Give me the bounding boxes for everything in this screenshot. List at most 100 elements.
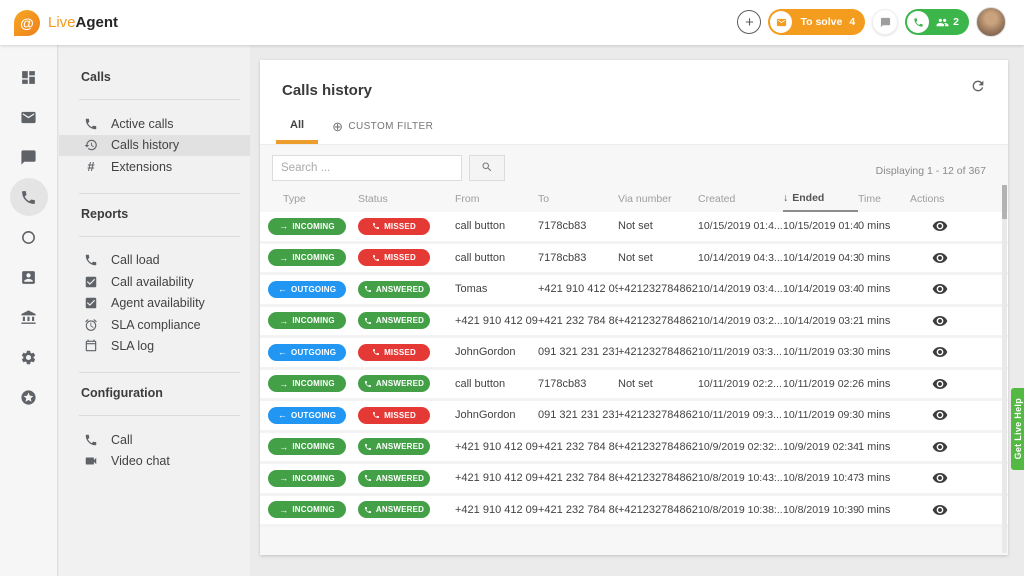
cell-to: +421 232 784 862 <box>538 314 618 327</box>
add-button[interactable]: + <box>737 10 762 34</box>
cell-time: 0 mins <box>858 283 891 296</box>
column-header-type[interactable]: Type <box>268 185 358 212</box>
tab-custom-filter[interactable]: ⊕ CUSTOM FILTER <box>318 120 447 144</box>
cell-from: call button <box>455 251 506 264</box>
nav-item-extensions[interactable]: # Extensions <box>59 156 250 178</box>
rail-item-phone[interactable] <box>9 178 48 216</box>
cell-time: 0 mins <box>858 503 891 516</box>
arrow-right-icon: → <box>279 315 289 326</box>
rail-item-contacts[interactable] <box>10 258 48 296</box>
cell-time: 0 mins <box>858 251 891 264</box>
nav-item-call[interactable]: Call <box>59 429 250 451</box>
cell-to: 091 321 231 231 <box>538 409 618 422</box>
view-call-button[interactable] <box>932 218 948 234</box>
search-input[interactable] <box>272 155 462 181</box>
tab-custom-filter-label: CUSTOM FILTER <box>348 121 434 132</box>
column-header-from[interactable]: From <box>455 185 538 212</box>
eye-icon <box>932 250 948 266</box>
scrollbar-thumb[interactable] <box>1002 185 1007 219</box>
view-call-button[interactable] <box>932 250 948 266</box>
view-call-button[interactable] <box>932 407 948 423</box>
video-camera-icon <box>84 454 98 468</box>
view-call-button[interactable] <box>932 281 948 297</box>
type-badge-outgoing: ← OUTGOING <box>268 343 346 361</box>
column-header-actions[interactable]: Actions <box>910 185 970 212</box>
nav-item-label: Agent availability <box>111 296 205 311</box>
column-header-created[interactable]: Created <box>698 185 783 212</box>
cell-to: 7178cb83 <box>538 251 587 264</box>
liveagent-logo[interactable]: @ LiveAgent <box>0 9 118 36</box>
rail-item-settings-gear[interactable] <box>10 338 48 376</box>
table-scrollbar[interactable] <box>1002 185 1007 553</box>
column-header-via-number[interactable]: Via number <box>618 185 698 212</box>
cell-via-number: +421232784862 <box>618 503 698 516</box>
rail-item-dashboard[interactable] <box>10 58 48 96</box>
status-badge-answered: ANSWERED <box>358 375 430 393</box>
nav-item-label: SLA compliance <box>111 317 201 332</box>
cell-ended: 10/11/2019 03:3... <box>783 346 858 359</box>
brand-text: LiveAgent <box>48 14 118 32</box>
cell-to: 7178cb83 <box>538 377 587 390</box>
cell-from: Tomas <box>455 283 488 296</box>
type-badge-incoming: → INCOMING <box>268 438 346 456</box>
view-call-button[interactable] <box>932 439 948 455</box>
refresh-button[interactable] <box>970 78 986 97</box>
nav-item-calls-history[interactable]: Calls history <box>59 134 250 156</box>
phone-icon <box>84 253 98 267</box>
column-header-status[interactable]: Status <box>358 185 455 212</box>
arrow-right-icon: → <box>279 504 289 515</box>
chat-toggle-button[interactable] <box>872 9 899 35</box>
view-call-button[interactable] <box>932 502 948 518</box>
nav-item-call-availability[interactable]: Call availability <box>59 271 250 293</box>
cell-ended: 10/8/2019 10:39:... <box>783 503 858 516</box>
cell-created: 10/11/2019 03:3... <box>698 346 782 359</box>
status-badge-answered: ANSWERED <box>358 501 430 519</box>
page-title: Calls history <box>282 82 373 99</box>
rail-item-addons-badge[interactable] <box>10 378 48 416</box>
view-call-button[interactable] <box>932 313 948 329</box>
user-avatar[interactable] <box>976 7 1006 37</box>
rail-item-mail[interactable] <box>10 98 48 136</box>
nav-item-video-chat[interactable]: Video chat <box>59 451 250 473</box>
cell-to: +421 232 784 862 <box>538 472 618 485</box>
column-header-time[interactable]: Time <box>858 185 910 212</box>
cell-ended: 10/9/2019 02:34:... <box>783 440 858 453</box>
main-card: Calls history All ⊕ CUSTOM FILTER Displa… <box>260 60 1008 555</box>
nav-item-sla-compliance[interactable]: SLA compliance <box>59 314 250 336</box>
search-button[interactable] <box>469 155 506 181</box>
nav-item-agent-availability[interactable]: Agent availability <box>59 293 250 315</box>
phone-icon <box>364 285 372 293</box>
table-row: → INCOMING ANSWERED +421 910 412 090 +421 23… <box>260 464 1008 496</box>
cell-created: 10/14/2019 04:3... <box>698 251 783 264</box>
phone-icon <box>84 117 98 131</box>
refresh-icon <box>970 78 986 94</box>
cell-to: +421 232 784 862 <box>538 503 618 516</box>
cell-from: +421 910 412 090 <box>455 503 538 516</box>
rail-item-chat-bubble[interactable] <box>10 138 48 176</box>
view-call-button[interactable] <box>932 470 948 486</box>
status-badge-missed: MISSED <box>358 249 430 267</box>
phone-icon <box>364 317 372 325</box>
nav-item-sla-log[interactable]: SLA log <box>59 336 250 358</box>
column-header-ended[interactable]: ↓ Ended <box>783 185 858 212</box>
cell-to: +421 910 412 090 <box>538 283 618 296</box>
divider <box>79 99 240 100</box>
calls-widget-button[interactable]: 2 <box>905 9 969 35</box>
to-solve-button[interactable]: To solve 4 <box>768 9 866 35</box>
get-live-help-button[interactable]: Get Live Help <box>1011 388 1024 470</box>
column-header-label: From <box>455 192 480 205</box>
view-call-button[interactable] <box>932 344 948 360</box>
sidebar-nav: Calls Active calls Calls history # Extension… <box>59 45 250 576</box>
nav-item-call-load[interactable]: Call load <box>59 250 250 272</box>
tab-all[interactable]: All <box>276 119 319 144</box>
cell-time: 0 mins <box>858 409 891 422</box>
view-call-button[interactable] <box>932 376 948 392</box>
rail-item-circle-status[interactable] <box>10 218 48 256</box>
type-badge-outgoing: ← OUTGOING <box>268 406 346 424</box>
table-row: → INCOMING MISSED call button 7178cb83 Not se… <box>260 212 1008 244</box>
eye-icon <box>932 439 948 455</box>
rail-item-bank[interactable] <box>10 298 48 336</box>
nav-item-active-calls[interactable]: Active calls <box>59 113 250 135</box>
column-header-to[interactable]: To <box>538 185 618 212</box>
phone-icon <box>364 506 372 514</box>
